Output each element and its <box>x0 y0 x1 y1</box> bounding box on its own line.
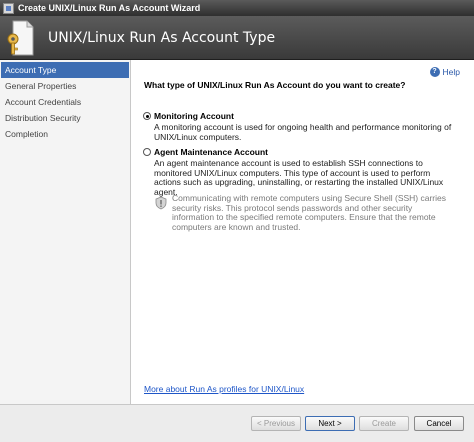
window-title: Create UNIX/Linux Run As Account Wizard <box>18 3 201 13</box>
wizard-steps-sidebar: Account Type General Properties Account … <box>0 60 131 404</box>
nav-step-general-properties[interactable]: General Properties <box>1 78 129 94</box>
nav-step-account-type[interactable]: Account Type <box>1 62 129 78</box>
title-bar: Create UNIX/Linux Run As Account Wizard <box>0 0 474 16</box>
monitoring-account-label: Monitoring Account <box>154 111 234 121</box>
wizard-footer: < Previous Next > Create Cancel <box>0 404 474 442</box>
wizard-header: UNIX/Linux Run As Account Type <box>0 16 474 60</box>
help-link[interactable]: ? Help <box>429 67 460 77</box>
account-type-question: What type of UNIX/Linux Run As Account d… <box>144 80 406 90</box>
agent-maintenance-account-description: An agent maintenance account is used to … <box>154 158 444 197</box>
next-button[interactable]: Next > <box>305 416 355 431</box>
agent-maintenance-account-label: Agent Maintenance Account <box>154 147 268 157</box>
key-document-icon <box>7 20 34 56</box>
main-content: ? Help What type of UNIX/Linux Run As Ac… <box>131 60 474 404</box>
run-as-profiles-help-link[interactable]: More about Run As profiles for UNIX/Linu… <box>144 384 304 394</box>
nav-step-account-credentials[interactable]: Account Credentials <box>1 94 129 110</box>
ssh-warning-text: Communicating with remote computers usin… <box>172 193 446 232</box>
nav-step-distribution-security[interactable]: Distribution Security <box>1 110 129 126</box>
page-title: UNIX/Linux Run As Account Type <box>48 30 276 46</box>
shield-warning-icon <box>155 196 167 210</box>
monitoring-account-option[interactable]: Monitoring Account <box>143 111 234 121</box>
monitoring-account-radio[interactable] <box>143 112 151 120</box>
ssh-security-warning: Communicating with remote computers usin… <box>154 193 454 232</box>
cancel-button[interactable]: Cancel <box>414 416 464 431</box>
previous-button[interactable]: < Previous <box>251 416 301 431</box>
help-icon: ? <box>429 67 440 77</box>
agent-maintenance-account-radio[interactable] <box>143 148 151 156</box>
window-icon <box>3 2 14 14</box>
help-label: Help <box>442 67 460 77</box>
agent-maintenance-account-option[interactable]: Agent Maintenance Account <box>143 147 268 157</box>
nav-step-completion[interactable]: Completion <box>1 126 129 142</box>
create-button[interactable]: Create <box>359 416 409 431</box>
monitoring-account-description: A monitoring account is used for ongoing… <box>154 122 452 142</box>
